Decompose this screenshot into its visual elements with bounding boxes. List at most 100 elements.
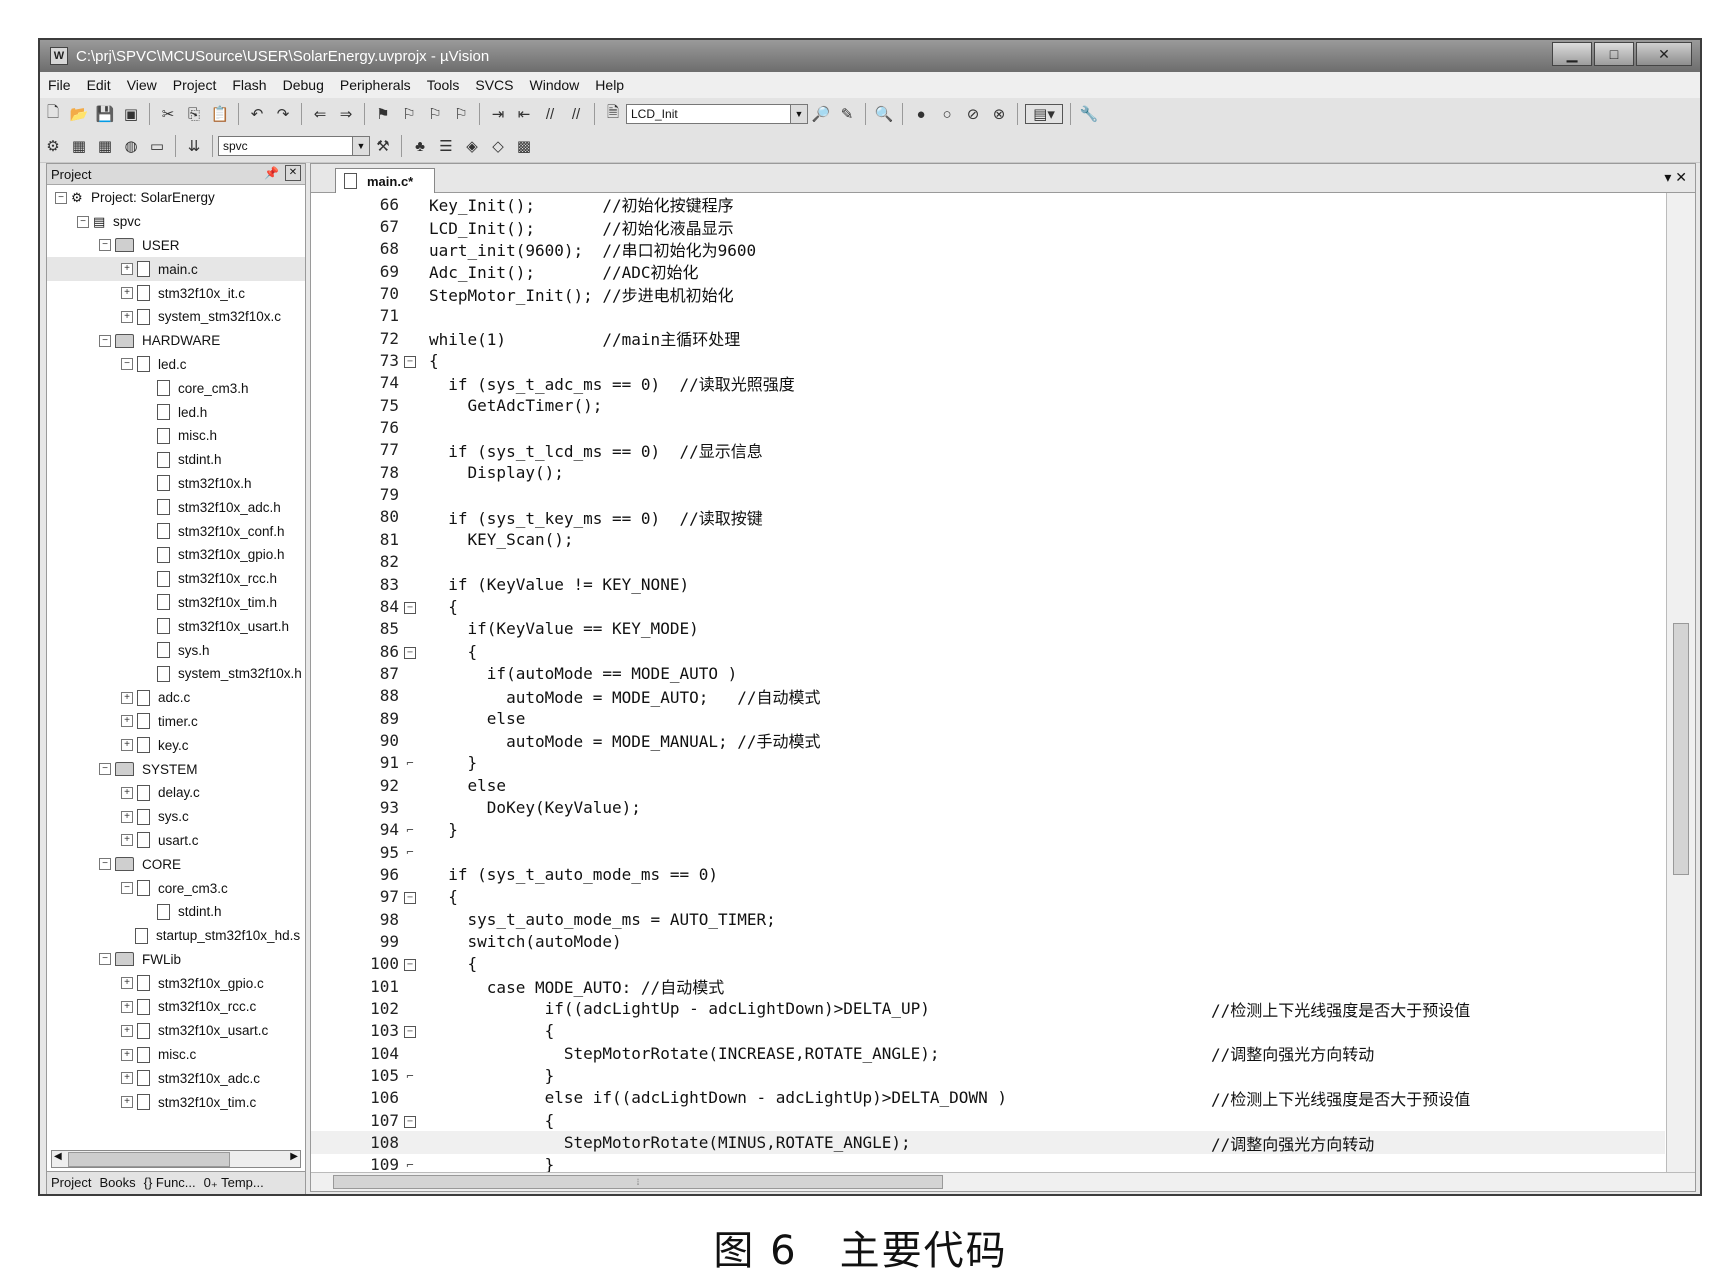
tree-item[interactable]: stdint.h xyxy=(47,900,305,924)
collapse-icon[interactable]: − xyxy=(55,191,67,204)
run-time-environment-icon[interactable]: ▩ xyxy=(513,135,535,157)
code-line[interactable]: 95 ⌐ xyxy=(311,841,1665,863)
tree-item[interactable]: stm32f10x_rcc.h xyxy=(47,567,305,591)
tree-item[interactable]: − USER xyxy=(47,234,305,258)
menu-tools[interactable]: Tools xyxy=(419,77,468,93)
tree-item[interactable]: misc.h xyxy=(47,424,305,448)
undo-icon[interactable]: ↶ xyxy=(246,103,268,125)
copy-icon[interactable]: ⎘ xyxy=(183,103,205,125)
code-line[interactable]: 68 uart_init(9600); //串口初始化为9600 xyxy=(311,238,1665,260)
expand-icon[interactable]: + xyxy=(121,263,133,276)
code-line[interactable]: 77 if (sys_t_lcd_ms == 0) //显示信息 xyxy=(311,439,1665,461)
fold-collapse-icon[interactable]: − xyxy=(399,956,421,972)
tree-item[interactable]: + stm32f10x_adc.c xyxy=(47,1066,305,1090)
code-line[interactable]: 106 else if((adcLightDown - adcLightUp)>… xyxy=(311,1087,1665,1109)
fold-collapse-icon[interactable]: − xyxy=(399,599,421,614)
tree-item[interactable]: + stm32f10x_usart.c xyxy=(47,1019,305,1043)
code-line[interactable]: 74 if (sys_t_adc_ms == 0) //读取光照强度 xyxy=(311,372,1665,394)
expand-icon[interactable]: + xyxy=(121,691,133,704)
tree-item[interactable]: + sys.c xyxy=(47,805,305,829)
comment-icon[interactable]: // xyxy=(539,103,561,125)
title-bar[interactable]: W C:\prj\SPVC\MCUSource\USER\SolarEnergy… xyxy=(40,40,1700,72)
minimize-button[interactable]: ▁ xyxy=(1552,42,1592,66)
code-line[interactable]: 81 KEY_Scan(); xyxy=(311,528,1665,550)
chevron-down-icon[interactable]: ▼ xyxy=(352,137,369,155)
configure-icon[interactable]: 🔧 xyxy=(1078,103,1100,125)
collapse-icon[interactable]: − xyxy=(121,358,133,371)
collapse-icon[interactable]: − xyxy=(99,953,111,966)
pack-installer-icon[interactable]: ◇ xyxy=(487,135,509,157)
code-line[interactable]: 88 autoMode = MODE_AUTO; //自动模式 xyxy=(311,685,1665,707)
expand-icon[interactable]: + xyxy=(121,810,133,823)
code-line[interactable]: 73−{ xyxy=(311,349,1665,371)
debug-session-icon[interactable]: 🔍 xyxy=(873,103,895,125)
tree-item[interactable]: core_cm3.h xyxy=(47,376,305,400)
minus-box-icon[interactable]: − xyxy=(404,1115,416,1128)
tree-item[interactable]: + adc.c xyxy=(47,686,305,710)
code-line[interactable]: 101 case MODE_AUTO: //自动模式 xyxy=(311,975,1665,998)
expand-icon[interactable]: + xyxy=(121,834,133,847)
expand-icon[interactable]: + xyxy=(121,715,133,728)
scroll-thumb[interactable] xyxy=(68,1152,230,1167)
code-line[interactable]: 72 while(1) //main主循环处理 xyxy=(311,327,1665,350)
tree-item[interactable]: − HARDWARE xyxy=(47,329,305,353)
tree-item[interactable]: stm32f10x_gpio.h xyxy=(47,543,305,567)
editor-tab-controls[interactable]: ▾ ✕ xyxy=(1664,169,1687,186)
menu-help[interactable]: Help xyxy=(587,77,632,93)
find-icon[interactable]: 🔎 xyxy=(810,103,832,125)
editor-vscroll[interactable] xyxy=(1666,193,1695,1173)
manage-components-icon[interactable]: ☰ xyxy=(435,135,457,157)
redo-icon[interactable]: ↷ xyxy=(272,103,294,125)
tree-item[interactable]: + misc.c xyxy=(47,1043,305,1067)
code-line[interactable]: 98 sys_t_auto_mode_ms = AUTO_TIMER; xyxy=(311,908,1665,930)
project-tab[interactable]: {} Func... xyxy=(140,1172,200,1194)
tree-item[interactable]: stm32f10x_tim.h xyxy=(47,591,305,615)
expand-icon[interactable]: + xyxy=(121,1048,133,1061)
minus-box-icon[interactable]: − xyxy=(404,646,416,659)
nav-forward-icon[interactable]: ⇒ xyxy=(335,103,357,125)
vscroll-thumb[interactable] xyxy=(1673,623,1689,875)
expand-icon[interactable]: + xyxy=(121,786,133,799)
cut-icon[interactable]: ✂ xyxy=(157,103,179,125)
project-hscroll[interactable]: ◀ ▶ xyxy=(51,1150,301,1168)
collapse-icon[interactable]: − xyxy=(121,882,133,894)
find-in-files-icon[interactable]: 🗎 xyxy=(602,103,624,125)
expand-icon[interactable]: + xyxy=(121,1072,133,1085)
chevron-down-icon[interactable]: ▼ xyxy=(790,105,807,123)
tree-item[interactable]: − CORE xyxy=(47,852,305,876)
tree-item[interactable]: stm32f10x.h xyxy=(47,472,305,496)
open-file-icon[interactable]: 📂 xyxy=(68,103,90,125)
code-line[interactable]: 80 if (sys_t_key_ms == 0) //读取按键 xyxy=(311,506,1665,528)
code-line[interactable]: 102 if((adcLightUp - adcLightDown)>DELTA… xyxy=(311,997,1665,1020)
expand-icon[interactable]: + xyxy=(121,1000,133,1013)
tree-item[interactable]: stm32f10x_conf.h xyxy=(47,519,305,543)
code-line[interactable]: 82 xyxy=(311,551,1665,573)
tree-item[interactable]: − led.c xyxy=(47,353,305,377)
code-line[interactable]: 97− { xyxy=(311,886,1665,908)
indent-icon[interactable]: ⇥ xyxy=(487,103,509,125)
code-line[interactable]: 89 else xyxy=(311,707,1665,729)
build-icon[interactable]: ▦ xyxy=(68,135,90,157)
code-line[interactable]: 78 Display(); xyxy=(311,461,1665,483)
tree-item[interactable]: − SYSTEM xyxy=(47,757,305,781)
collapse-icon[interactable]: − xyxy=(99,239,111,252)
fold-collapse-icon[interactable]: − xyxy=(399,644,421,659)
unindent-icon[interactable]: ⇤ xyxy=(513,103,535,125)
menu-svcs[interactable]: SVCS xyxy=(467,77,521,93)
code-line[interactable]: 86− { xyxy=(311,640,1665,662)
code-line[interactable]: 79 xyxy=(311,483,1665,505)
tree-item[interactable]: + stm32f10x_it.c xyxy=(47,281,305,305)
code-line[interactable]: 91 ⌐ } xyxy=(311,752,1665,774)
collapse-icon[interactable]: − xyxy=(99,334,111,347)
code-line[interactable]: 93 DoKey(KeyValue); xyxy=(311,796,1665,818)
tree-item[interactable]: startup_stm32f10x_hd.s xyxy=(47,924,305,948)
maximize-button[interactable]: □ xyxy=(1594,42,1634,66)
expand-icon[interactable]: + xyxy=(121,977,133,990)
paste-icon[interactable]: 📋 xyxy=(209,103,231,125)
fold-collapse-icon[interactable]: − xyxy=(399,353,421,369)
menu-project[interactable]: Project xyxy=(165,77,225,93)
stop-build-icon[interactable]: ▭ xyxy=(146,135,168,157)
tree-item[interactable]: + usart.c xyxy=(47,829,305,853)
tree-item[interactable]: + stm32f10x_gpio.c xyxy=(47,971,305,995)
project-tab[interactable]: 0₊ Temp... xyxy=(200,1172,268,1194)
